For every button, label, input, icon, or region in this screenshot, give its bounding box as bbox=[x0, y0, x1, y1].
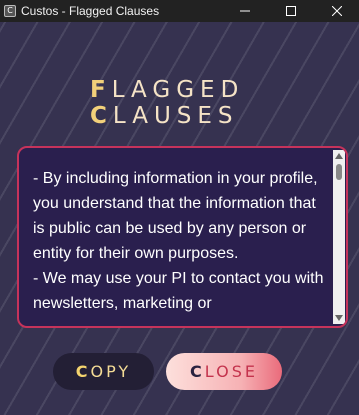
flagged-clauses-text[interactable]: - By including information in your profi… bbox=[33, 166, 328, 316]
scroll-down-arrow-icon bbox=[335, 315, 343, 321]
title-bar[interactable]: C Custos - Flagged Clauses bbox=[0, 0, 359, 22]
scroll-up-arrow-icon bbox=[335, 153, 343, 159]
textbox-scrollbar[interactable] bbox=[333, 150, 345, 324]
close-window-button[interactable] bbox=[315, 0, 359, 22]
copy-button-label: OPY bbox=[90, 362, 132, 381]
logo-line-2-initial: C bbox=[90, 103, 113, 129]
flagged-clauses-textbox[interactable]: - By including information in your profi… bbox=[17, 146, 348, 328]
close-button[interactable]: C LOSE bbox=[166, 353, 282, 390]
minimize-button[interactable] bbox=[223, 0, 267, 22]
logo-line-1-rest: LAGGED bbox=[111, 77, 245, 103]
main-content: FLAGGED CLAUSES - By including informati… bbox=[0, 22, 359, 415]
close-button-label: LOSE bbox=[204, 362, 258, 381]
maximize-icon bbox=[286, 6, 296, 16]
app-icon: C bbox=[4, 5, 16, 17]
close-button-initial: C bbox=[190, 362, 205, 381]
flagged-clauses-logo: FLAGGED CLAUSES bbox=[90, 77, 270, 129]
logo-line-1: FLAGGED bbox=[90, 77, 270, 103]
minimize-icon bbox=[240, 10, 250, 12]
logo-line-2-rest: LAUSES bbox=[112, 103, 239, 129]
scroll-down-button[interactable] bbox=[333, 312, 345, 324]
copy-button[interactable]: C OPY bbox=[53, 353, 154, 390]
window-title: Custos - Flagged Clauses bbox=[21, 4, 160, 18]
maximize-button[interactable] bbox=[269, 0, 313, 22]
scroll-up-button[interactable] bbox=[333, 150, 345, 162]
logo-line-2: CLAUSES bbox=[90, 103, 270, 129]
copy-button-initial: C bbox=[75, 362, 91, 381]
scroll-thumb[interactable] bbox=[336, 164, 342, 180]
logo-line-1-initial: F bbox=[90, 77, 112, 103]
close-icon bbox=[332, 6, 342, 16]
